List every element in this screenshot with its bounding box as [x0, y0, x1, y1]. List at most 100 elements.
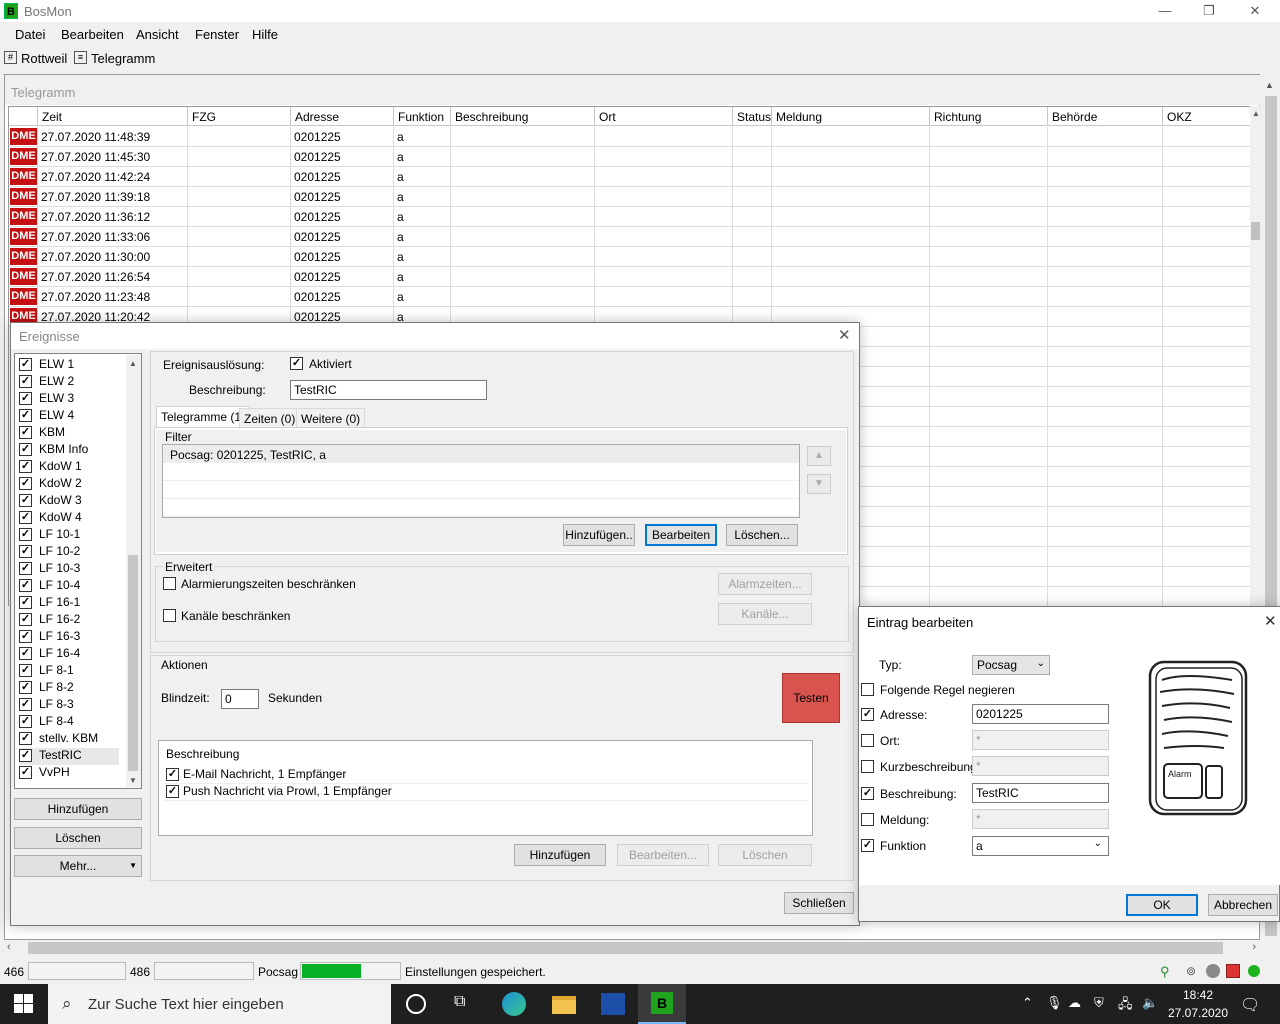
- event-checkbox[interactable]: ✓: [19, 681, 32, 694]
- grid-header-meldung[interactable]: Meldung: [772, 107, 930, 126]
- event-checkbox[interactable]: ✓: [19, 698, 32, 711]
- event-checkbox[interactable]: ✓: [19, 511, 32, 524]
- task-view-icon[interactable]: ⧉: [454, 993, 465, 1011]
- network-icon[interactable]: 🖧: [1118, 995, 1133, 1017]
- table-row[interactable]: DME 27.07.2020 11:26:54 0201225 a: [9, 267, 1251, 287]
- event-checkbox[interactable]: ✓: [19, 375, 32, 388]
- taskbar-search[interactable]: ⌕ Zur Suche Text hier eingeben: [48, 984, 391, 1024]
- event-list-item[interactable]: ✓ VvPH: [19, 765, 119, 782]
- event-checkbox[interactable]: ✓: [19, 426, 32, 439]
- table-row[interactable]: DME 27.07.2020 11:30:00 0201225 a: [9, 247, 1251, 267]
- event-checkbox[interactable]: ✓: [19, 579, 32, 592]
- event-list-item[interactable]: ✓ LF 10-2: [19, 544, 119, 561]
- filter-list-item[interactable]: [163, 499, 799, 517]
- alarmzeiten-button[interactable]: Alarmzeiten...: [718, 573, 812, 595]
- filter-delete-button[interactable]: Löschen...: [726, 524, 798, 546]
- toolbar-rottweil[interactable]: Rottweil: [21, 51, 67, 66]
- negieren-checkbox[interactable]: [861, 683, 874, 696]
- event-checkbox[interactable]: ✓: [19, 596, 32, 609]
- eintrag-field-checkbox[interactable]: [861, 734, 874, 747]
- event-list-item[interactable]: ✓ LF 10-1: [19, 527, 119, 544]
- filter-edit-button[interactable]: Bearbeiten: [645, 524, 717, 546]
- kanaele-checkbox[interactable]: [163, 609, 176, 622]
- event-checkbox[interactable]: ✓: [19, 562, 32, 575]
- eintrag-field-input[interactable]: *: [972, 730, 1109, 750]
- menu-bearbeiten[interactable]: Bearbeiten: [61, 27, 124, 42]
- event-list-item[interactable]: ✓ KBM: [19, 425, 119, 442]
- abbrechen-button[interactable]: Abbrechen: [1208, 894, 1278, 916]
- event-checkbox[interactable]: ✓: [19, 528, 32, 541]
- edge-icon[interactable]: [502, 992, 526, 1016]
- eintrag-field-checkbox[interactable]: ✓: [861, 708, 874, 721]
- gray-status-icon[interactable]: [1206, 964, 1220, 978]
- filter-list-item[interactable]: [163, 481, 799, 499]
- event-list-item[interactable]: ✓ KdoW 3: [19, 493, 119, 510]
- funktion-checkbox[interactable]: ✓: [861, 839, 874, 852]
- eintrag-field-input[interactable]: 0201225: [972, 704, 1109, 724]
- eintrag-field-input[interactable]: TestRIC: [972, 783, 1109, 803]
- aktion-delete-button[interactable]: Löschen: [718, 844, 812, 866]
- aktion-edit-button[interactable]: Bearbeiten...: [617, 844, 709, 866]
- bosmon-taskbar-button[interactable]: B: [638, 984, 686, 1024]
- grid-header-richtung[interactable]: Richtung: [930, 107, 1048, 126]
- event-checkbox[interactable]: ✓: [19, 766, 32, 779]
- menu-hilfe[interactable]: Hilfe: [252, 27, 278, 42]
- grid-header-behoerde[interactable]: Behörde: [1048, 107, 1163, 126]
- menu-fenster[interactable]: Fenster: [195, 27, 239, 42]
- tray-chevron-icon[interactable]: ⌃: [1022, 995, 1033, 1011]
- aktionen-list[interactable]: Beschreibung ✓ E-Mail Nachricht, 1 Empfäng…: [158, 740, 813, 836]
- ok-button[interactable]: OK: [1126, 894, 1198, 916]
- security-icon[interactable]: ⛨: [1094, 995, 1104, 1011]
- microphone-icon[interactable]: 🎙: [1046, 995, 1063, 1011]
- explorer-icon[interactable]: [552, 996, 576, 1014]
- aktion-list-item[interactable]: ✓ E-Mail Nachricht, 1 Empfänger: [164, 767, 809, 784]
- eintrag-field-checkbox[interactable]: ✓: [861, 787, 874, 800]
- event-checkbox[interactable]: ✓: [19, 630, 32, 643]
- aktiviert-checkbox[interactable]: ✓: [290, 357, 303, 370]
- event-list-scrollbar[interactable]: ▲ ▼: [126, 355, 141, 787]
- alarm-status-icon[interactable]: [1226, 964, 1240, 978]
- event-list-item[interactable]: ✓ LF 10-3: [19, 561, 119, 578]
- onedrive-icon[interactable]: ☁: [1068, 995, 1081, 1011]
- event-list-item[interactable]: ✓ ELW 2: [19, 374, 119, 391]
- event-list-item[interactable]: ✓ stellv. KBM: [19, 731, 119, 748]
- tab-telegramme[interactable]: Telegramme (1): [156, 406, 251, 428]
- funktion-select[interactable]: a ⌄: [972, 836, 1109, 856]
- kanaele-button[interactable]: Kanäle...: [718, 603, 812, 625]
- connection-icon[interactable]: ⚲: [1160, 964, 1174, 979]
- event-list-item[interactable]: ✓ KdoW 1: [19, 459, 119, 476]
- event-checkbox[interactable]: ✓: [19, 443, 32, 456]
- aktion-list-item[interactable]: ✓ Push Nachricht via Prowl, 1 Empfänger: [164, 784, 809, 801]
- event-list-item[interactable]: ✓ LF 16-3: [19, 629, 119, 646]
- event-list[interactable]: ✓ ELW 1 ✓ ELW 2 ✓ ELW 3 ✓ ELW 4 ✓ KBM ✓ KBM Info ✓ Kd…: [14, 353, 142, 789]
- eintrag-field-input[interactable]: *: [972, 756, 1109, 776]
- event-checkbox[interactable]: ✓: [19, 545, 32, 558]
- app-window-icon[interactable]: [601, 993, 625, 1015]
- blindzeit-input[interactable]: 0: [221, 689, 259, 709]
- close-button[interactable]: ✕: [1232, 2, 1278, 20]
- event-checkbox[interactable]: ✓: [19, 715, 32, 728]
- grid-header-okz[interactable]: OKZ: [1163, 107, 1251, 126]
- event-checkbox[interactable]: ✓: [19, 477, 32, 490]
- event-list-item[interactable]: ✓ LF 8-1: [19, 663, 119, 680]
- eintrag-field-checkbox[interactable]: [861, 760, 874, 773]
- grid-header-funktion[interactable]: Funktion: [394, 107, 451, 126]
- filter-list[interactable]: Pocsag: 0201225, TestRIC, a: [162, 444, 800, 518]
- antenna-icon[interactable]: ⊚: [1186, 964, 1200, 978]
- grid-scrollbar[interactable]: ▲: [1250, 106, 1262, 606]
- event-list-item[interactable]: ✓ LF 16-4: [19, 646, 119, 663]
- move-down-icon[interactable]: ▼: [807, 474, 831, 494]
- event-checkbox[interactable]: ✓: [19, 494, 32, 507]
- event-checkbox[interactable]: ✓: [19, 647, 32, 660]
- event-checkbox[interactable]: ✓: [19, 392, 32, 405]
- grid-header-zeit[interactable]: Zeit: [38, 107, 188, 126]
- schliessen-button[interactable]: Schließen: [784, 892, 854, 914]
- notification-icon[interactable]: 🗨: [1240, 995, 1260, 1015]
- grid-header-adresse[interactable]: Adresse: [291, 107, 394, 126]
- event-list-item[interactable]: ✓ LF 8-2: [19, 680, 119, 697]
- event-list-item[interactable]: ✓ LF 16-2: [19, 612, 119, 629]
- event-list-item[interactable]: ✓ KBM Info: [19, 442, 119, 459]
- event-checkbox[interactable]: ✓: [19, 358, 32, 371]
- table-row[interactable]: DME 27.07.2020 11:39:18 0201225 a: [9, 187, 1251, 207]
- cortana-icon[interactable]: [406, 994, 426, 1014]
